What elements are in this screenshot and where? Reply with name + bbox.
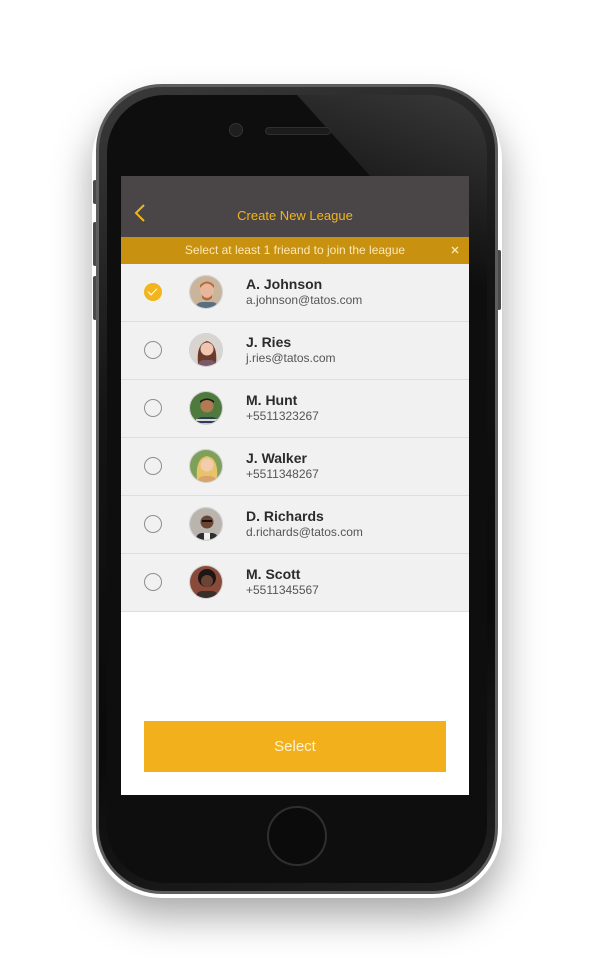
front-camera: [229, 123, 243, 137]
select-checkbox[interactable]: [144, 283, 162, 301]
friend-contact: +5511345567: [246, 583, 319, 597]
select-button[interactable]: Select: [144, 721, 446, 772]
avatar: [189, 565, 223, 599]
close-icon: [451, 246, 459, 254]
friend-name: D. Richards: [246, 508, 324, 524]
friend-name: J. Ries: [246, 334, 292, 350]
friend-name: A. Johnson: [246, 276, 323, 292]
banner-close-button[interactable]: [447, 242, 463, 258]
info-banner: Select at least 1 frieand to join the le…: [121, 237, 469, 264]
avatar: [189, 333, 223, 367]
friend-row[interactable]: M. Scott +5511345567: [121, 554, 469, 612]
page-title: Create New League: [237, 208, 353, 223]
friend-contact: a.johnson@tatos.com: [246, 293, 363, 307]
friend-row[interactable]: J. Walker +5511348267: [121, 438, 469, 496]
product-mockup: Create New League Select at least 1 frie…: [0, 0, 600, 972]
friend-name: M. Scott: [246, 566, 301, 582]
friend-list: A. Johnson a.johnson@tatos.com J. Ries j…: [121, 264, 469, 612]
select-checkbox[interactable]: [144, 399, 162, 417]
banner-message: Select at least 1 frieand to join the le…: [184, 243, 406, 257]
friend-name: J. Walker: [246, 450, 307, 466]
friend-row[interactable]: D. Richards d.richards@tatos.com: [121, 496, 469, 554]
avatar: [189, 391, 223, 425]
friend-row[interactable]: A. Johnson a.johnson@tatos.com: [121, 264, 469, 322]
friend-name: M. Hunt: [246, 392, 298, 408]
navigation-bar: Create New League: [121, 176, 469, 237]
friend-contact: j.ries@tatos.com: [246, 351, 336, 365]
app-screen: Create New League Select at least 1 frie…: [121, 176, 469, 795]
friend-row[interactable]: M. Hunt +5511323267: [121, 380, 469, 438]
friend-row[interactable]: J. Ries j.ries@tatos.com: [121, 322, 469, 380]
select-checkbox[interactable]: [144, 457, 162, 475]
select-checkbox[interactable]: [144, 341, 162, 359]
avatar: [189, 449, 223, 483]
avatar: [189, 275, 223, 309]
select-checkbox[interactable]: [144, 573, 162, 591]
friend-contact: +5511323267: [246, 409, 319, 423]
friend-contact: d.richards@tatos.com: [246, 525, 363, 539]
avatar: [189, 507, 223, 541]
earpiece-speaker: [265, 127, 331, 135]
home-button[interactable]: [267, 806, 327, 866]
select-checkbox[interactable]: [144, 515, 162, 533]
friend-contact: +5511348267: [246, 467, 319, 481]
